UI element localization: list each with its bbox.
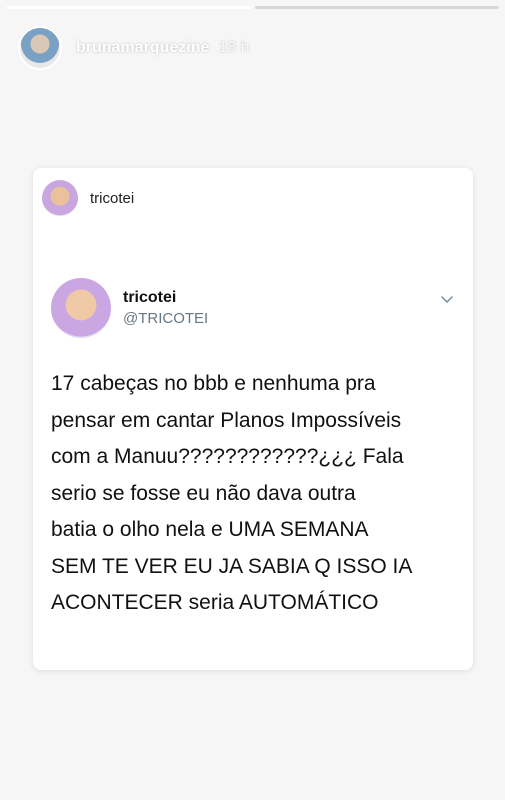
- story-username[interactable]: brunamarquezine: [76, 39, 209, 57]
- avatar[interactable]: [18, 26, 62, 70]
- progress-segment-2: [254, 6, 499, 9]
- card-header: tricotei: [42, 180, 134, 216]
- card-username[interactable]: tricotei: [90, 190, 134, 207]
- tweet-avatar[interactable]: [51, 278, 111, 338]
- story-progress-bar: [6, 6, 499, 9]
- story-header: brunamarquezine 18 h: [18, 26, 487, 70]
- tweet-card[interactable]: tricotei tricotei @TRICOTEI 17 cabeças n…: [33, 168, 473, 670]
- chevron-down-icon[interactable]: [439, 291, 455, 307]
- story-timestamp: 18 h: [218, 39, 250, 56]
- tweet-text: 17 cabeças no bbb e nenhuma pra pensar e…: [51, 372, 413, 614]
- tweet-header: tricotei @TRICOTEI: [51, 278, 455, 338]
- progress-segment-1: [6, 6, 251, 9]
- tweet-handle[interactable]: @TRICOTEI: [123, 310, 208, 327]
- tweet-author: tricotei @TRICOTEI: [123, 289, 208, 327]
- avatar[interactable]: [42, 180, 78, 216]
- tweet-display-name[interactable]: tricotei: [123, 289, 208, 307]
